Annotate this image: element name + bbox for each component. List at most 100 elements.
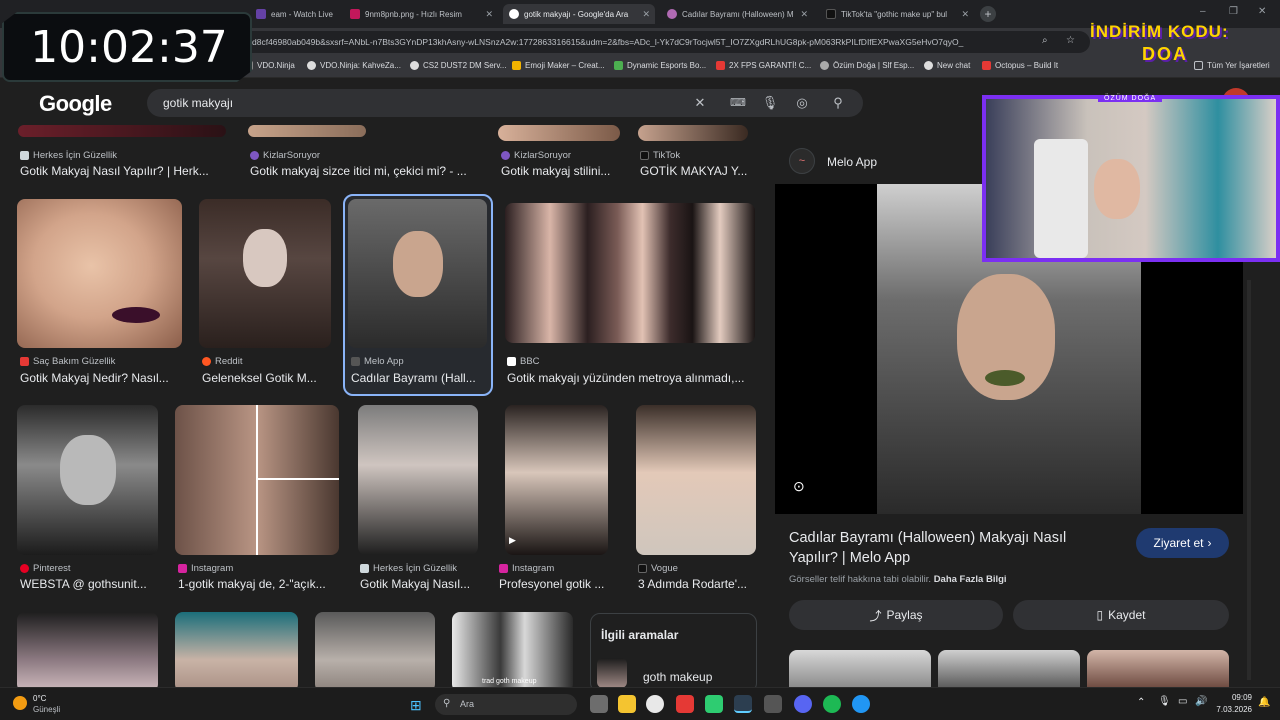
obs-icon[interactable]: [764, 695, 782, 713]
close-icon[interactable]: ✕: [642, 9, 650, 20]
tab-tiktok[interactable]: TikTok'ta "gothic make up" bul ✕: [820, 4, 974, 24]
panel-scrollbar[interactable]: [1247, 280, 1251, 680]
more-info-link[interactable]: Daha Fazla Bilgi: [934, 574, 1007, 585]
result-image[interactable]: [358, 405, 478, 555]
result-title[interactable]: Geleneksel Gotik M...: [202, 371, 330, 385]
result-image[interactable]: [17, 405, 158, 555]
result-image[interactable]: [636, 405, 756, 555]
windows-start-icon[interactable]: ⊞: [410, 697, 422, 714]
share-button[interactable]: ⤴ Paylaş: [789, 600, 1003, 630]
image-results: Herkes İçin Güzellik Gotik Makyaj Nasıl …: [0, 125, 770, 687]
weather-temp[interactable]: 0°C: [33, 694, 46, 703]
bookmark-label: CS2 DUST2 DM Serv...: [423, 61, 507, 70]
clock-time[interactable]: 09:09: [1218, 693, 1252, 702]
result-image[interactable]: [315, 612, 435, 687]
close-window-icon[interactable]: ✕: [1258, 6, 1266, 17]
related-thumb[interactable]: [597, 658, 627, 687]
volume-icon[interactable]: 🔊: [1195, 696, 1207, 707]
close-icon[interactable]: ✕: [485, 9, 493, 20]
bookmark-item[interactable]: New chat: [924, 61, 970, 70]
microphone-icon[interactable]: 🎙: [1158, 696, 1171, 707]
zoom-icon[interactable]: ⌕: [1042, 35, 1048, 46]
bookmark-item[interactable]: Özüm Doğa | Slf Esp...: [820, 61, 914, 70]
result-image[interactable]: [17, 612, 158, 687]
bookmark-item[interactable]: Dynamic Esports Bo...: [614, 61, 706, 70]
result-image[interactable]: trad goth makeup: [452, 612, 573, 687]
notification-icon[interactable]: 🔔: [1258, 697, 1270, 708]
result-image[interactable]: [348, 199, 487, 348]
chrome-icon[interactable]: [646, 695, 664, 713]
close-icon[interactable]: ✕: [800, 9, 808, 20]
search-box[interactable]: gotik makyajı ✕ ⌨ 🎙 ◎ ⚲: [147, 89, 863, 117]
related-image[interactable]: [938, 650, 1080, 688]
result-title[interactable]: WEBSTA @ gothsunit...: [20, 577, 158, 591]
result-title[interactable]: Gotik makyaj sizce itici mi, çekici mi? …: [250, 164, 476, 178]
chevron-up-icon[interactable]: ⌃: [1137, 697, 1145, 708]
related-item[interactable]: goth makeup: [643, 670, 712, 684]
steam-icon[interactable]: [734, 695, 752, 713]
tab-melo[interactable]: Cadılar Bayramı (Halloween) M ✕: [661, 4, 813, 24]
tab-google-search[interactable]: gotik makyajı - Google'da Ara ✕: [503, 4, 655, 24]
result-title[interactable]: Profesyonel gotik ...: [499, 577, 611, 591]
result-title[interactable]: Cadılar Bayramı (Hall...: [351, 371, 485, 385]
bookmark-item[interactable]: Octopus – Build It: [982, 61, 1058, 70]
task-view-icon[interactable]: [590, 695, 608, 713]
result-image[interactable]: [18, 125, 226, 137]
xbox-icon[interactable]: [705, 695, 723, 713]
taskbar-search[interactable]: ⚲ Ara: [435, 694, 577, 715]
visit-button[interactable]: Ziyaret et ›: [1136, 528, 1229, 558]
result-title[interactable]: Gotik Makyaj Nasıl Yapılır? | Herk...: [20, 164, 224, 178]
result-image[interactable]: [17, 199, 182, 348]
search-input[interactable]: gotik makyajı: [163, 96, 233, 110]
file-explorer-icon[interactable]: [618, 695, 636, 713]
tab-image[interactable]: 9nm8pnb.png - Hızlı Resim ✕: [344, 4, 498, 24]
edge-icon[interactable]: [852, 695, 870, 713]
lens-search-icon[interactable]: ⊙: [793, 478, 805, 495]
result-image[interactable]: [505, 203, 755, 343]
search-icon[interactable]: ⚲: [829, 94, 847, 112]
bookmark-star-icon[interactable]: ☆: [1066, 35, 1075, 46]
bookmark-item[interactable]: 2X FPS GARANTİ! C...: [716, 61, 811, 70]
result-title[interactable]: GOTİK MAKYAJ Y...: [640, 164, 752, 178]
new-tab-button[interactable]: +: [980, 6, 996, 22]
weather-desc[interactable]: Güneşli: [33, 705, 60, 714]
result-image[interactable]: ▶: [505, 405, 608, 555]
clear-icon[interactable]: ✕: [691, 94, 709, 112]
result-image[interactable]: [638, 125, 748, 141]
result-title[interactable]: 3 Adımda Rodarte'...: [638, 577, 754, 591]
tab-twitch[interactable]: eam - Watch Live: [250, 4, 336, 24]
result-title[interactable]: Gotik Makyaj Nedir? Nasıl...: [20, 371, 180, 385]
google-logo[interactable]: Google: [39, 91, 112, 117]
bookmark-item[interactable]: VDO.Ninja: KahveZa...: [307, 61, 401, 70]
result-image[interactable]: [199, 199, 331, 348]
result-image[interactable]: [248, 125, 366, 137]
related-image[interactable]: [1087, 650, 1229, 688]
lens-icon[interactable]: ◎: [793, 94, 811, 112]
clock-date[interactable]: 7.03.2026: [1210, 705, 1252, 714]
result-image[interactable]: [498, 125, 620, 141]
bookmark-icon: [410, 61, 419, 70]
youtube-icon[interactable]: [676, 695, 694, 713]
discord-icon[interactable]: [794, 695, 812, 713]
microphone-icon[interactable]: 🎙: [761, 94, 779, 112]
result-title[interactable]: Gotik Makyaj Nasıl...: [360, 577, 478, 591]
network-icon[interactable]: ▭: [1178, 696, 1187, 707]
result-image[interactable]: [175, 612, 298, 687]
result-title[interactable]: 1-gotik makyaj de, 2-"açık...: [178, 577, 338, 591]
keyboard-icon[interactable]: ⌨: [729, 94, 747, 112]
panel-title[interactable]: Cadılar Bayramı (Halloween) Makyajı Nası…: [789, 528, 1109, 568]
close-icon[interactable]: ✕: [961, 9, 969, 20]
spotify-icon[interactable]: [823, 695, 841, 713]
minimize-icon[interactable]: –: [1200, 6, 1206, 17]
source-label: Melo App: [364, 356, 404, 367]
result-image[interactable]: [175, 405, 339, 555]
result-title[interactable]: Gotik makyaj stilini...: [501, 164, 619, 178]
address-bar[interactable]: d8cf46980ab049b&sxsrf=ANbL-n7Bts3GYnDP13…: [240, 31, 1090, 53]
bookmark-item[interactable]: Emoji Maker – Creat...: [512, 61, 605, 70]
related-image[interactable]: [789, 650, 931, 688]
bookmark-item[interactable]: CS2 DUST2 DM Serv...: [410, 61, 506, 70]
panel-site-name[interactable]: Melo App: [827, 155, 877, 169]
maximize-icon[interactable]: ❐: [1229, 6, 1238, 17]
result-title[interactable]: Gotik makyajı yüzünden metroya alınmadı,…: [507, 371, 755, 385]
save-button[interactable]: ▯ Kaydet: [1013, 600, 1229, 630]
